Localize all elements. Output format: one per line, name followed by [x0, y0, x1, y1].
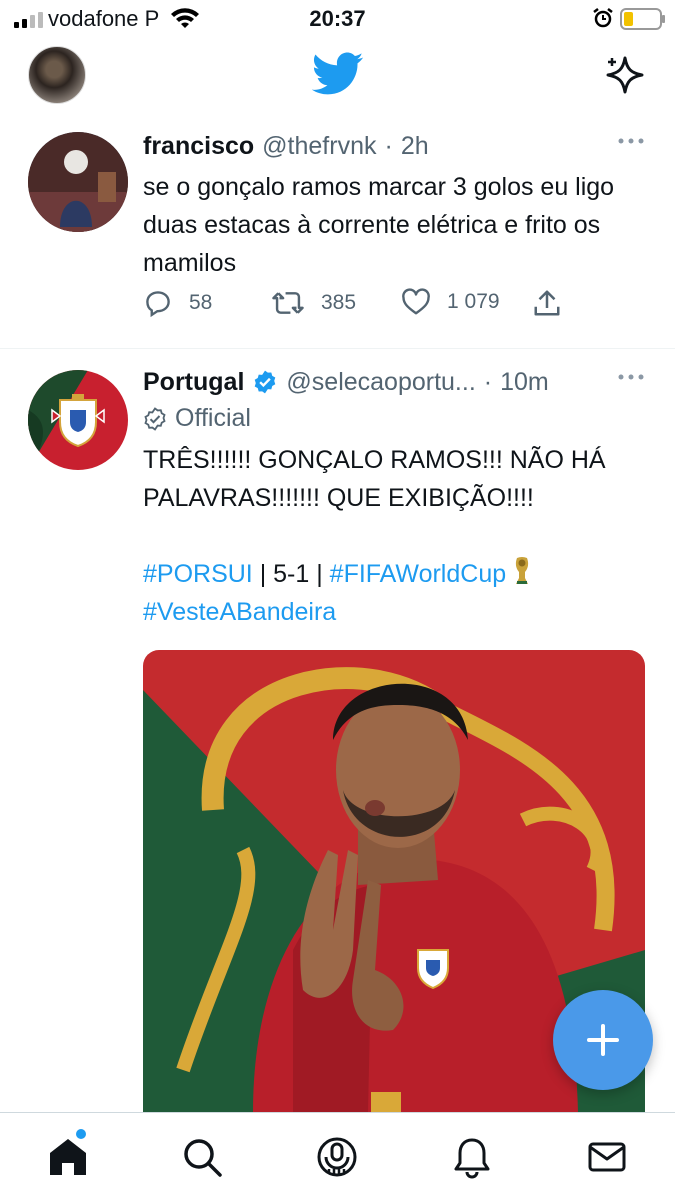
clock: 20:37 [309, 6, 366, 31]
retweet-button[interactable]: 385 [271, 288, 356, 318]
world-cup-trophy-icon [515, 557, 529, 584]
separator: · [483, 367, 493, 396]
official-text: Official [175, 404, 251, 432]
tweet-header: Portugal @selecaoportu... · 10m [143, 366, 645, 398]
author-name[interactable]: francisco [143, 132, 254, 161]
search-icon[interactable] [180, 1135, 224, 1179]
alarm-icon [593, 8, 613, 28]
tweet-time: 2h [400, 131, 429, 160]
tweet-divider [0, 348, 675, 349]
retweet-icon [272, 292, 304, 314]
home-icon[interactable] [46, 1135, 90, 1179]
reply-button[interactable]: 58 [143, 288, 212, 318]
new-content-dot [76, 1129, 86, 1139]
top-nav [0, 38, 675, 114]
author-name[interactable]: Portugal [143, 368, 244, 397]
avatar-image [28, 132, 128, 232]
official-badge-icon [144, 406, 166, 431]
status-bar: vodafone P 20:37 [0, 0, 675, 38]
retweet-count: 385 [321, 291, 357, 314]
tweet-avatar[interactable] [28, 132, 128, 232]
tweet-text: se o gonçalo ramos marcar 3 golos eu lig… [143, 173, 615, 277]
verified-badge-icon [255, 370, 276, 394]
notifications-icon[interactable] [450, 1135, 494, 1179]
tweet-text: TRÊS!!!!!! GONÇALO RAMOS!!! NÃO HÁ PALAV… [143, 441, 645, 631]
author-handle[interactable]: @selecaoportu... [286, 368, 475, 397]
tweet-actions: 58 385 1 079 [143, 288, 573, 324]
like-button[interactable]: 1 079 [401, 288, 500, 316]
messages-icon[interactable] [585, 1135, 629, 1179]
hashtag-link[interactable]: #VesteABandeira [143, 598, 336, 626]
plus-icon [587, 1024, 619, 1056]
bottom-tab-bar [0, 1112, 675, 1200]
tweet-text-main: TRÊS!!!!!! GONÇALO RAMOS!!! NÃO HÁ PALAV… [143, 446, 606, 512]
fpf-crest-avatar [28, 370, 128, 470]
hashtag-link[interactable]: #PORSUI [143, 560, 253, 588]
reply-count: 58 [189, 291, 213, 314]
hashtag-link[interactable]: #FIFAWorldCup [330, 560, 506, 588]
battery-icon [620, 8, 665, 30]
official-label: Official [143, 404, 645, 433]
twitter-bird-icon [312, 52, 364, 95]
profile-avatar[interactable] [28, 46, 86, 104]
heart-icon [402, 288, 430, 315]
share-button[interactable] [533, 288, 561, 318]
tweet-hashtag-line: #PORSUI | 5-1 | #FIFAWorldCup [143, 555, 645, 593]
score-text: | 5-1 | [252, 560, 330, 588]
sparkle-icon[interactable] [604, 54, 646, 96]
tweet-header: francisco @thefrvnk · 2h [143, 130, 645, 162]
more-options-icon[interactable] [617, 136, 645, 146]
like-count: 1 079 [447, 290, 500, 313]
tweet[interactable]: francisco @thefrvnk · 2h se o gonçalo ra… [0, 130, 675, 348]
author-handle[interactable]: @thefrvnk [262, 132, 376, 161]
share-icon [534, 290, 560, 316]
reply-icon [146, 291, 170, 318]
tweet-avatar[interactable] [28, 370, 128, 470]
compose-tweet-button[interactable] [553, 990, 653, 1090]
separator: · [384, 131, 393, 160]
more-options-icon[interactable] [617, 372, 645, 382]
spaces-icon[interactable] [315, 1135, 359, 1179]
tweet-time: 10m [500, 367, 549, 396]
